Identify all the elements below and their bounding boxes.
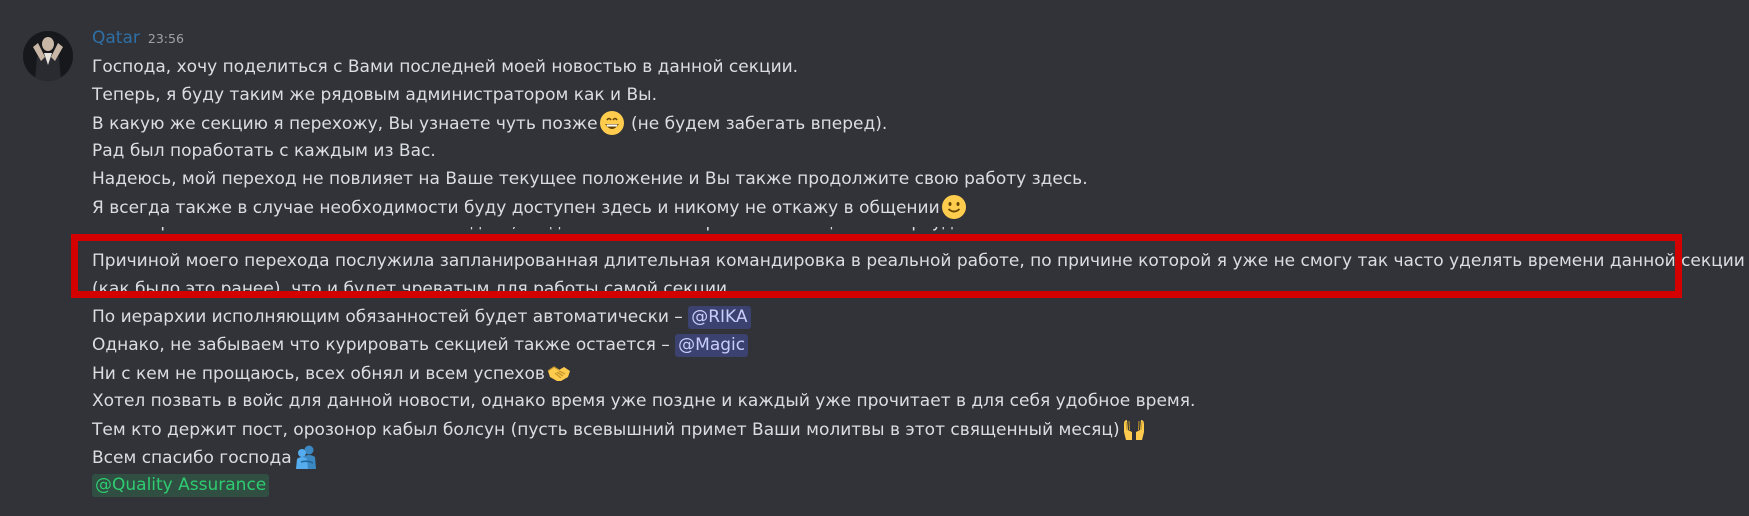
- message-line: Рад был поработать с каждым из Вас.: [92, 141, 436, 161]
- message-line: Однако, не забываем что курировать секци…: [92, 332, 749, 359]
- message-line: Причиной моего перехода послужила заплан…: [92, 251, 1745, 271]
- message-line: Теперь, я буду таким же рядовым админист…: [92, 85, 658, 105]
- avatar[interactable]: [23, 31, 73, 81]
- timestamp: 23:56: [147, 31, 184, 46]
- line-text: Ни с кем не прощаюсь, всех обнял и всем …: [92, 364, 545, 384]
- message-header: Qatar 23:56: [92, 28, 184, 54]
- message-line: Господа, хочу поделиться с Вами последне…: [92, 57, 799, 77]
- message-line: В какую же секцию я перехожу, Вы узнаете…: [92, 110, 887, 137]
- chat-message: Qatar 23:56 Господа, хочу поделиться с Ва…: [0, 0, 1749, 516]
- hugging-people-emoji: [293, 444, 319, 470]
- line-text: В какую же секцию я перехожу, Вы узнаете…: [92, 114, 598, 134]
- line-text: По иерархии исполняющим обязанностей буд…: [92, 307, 689, 327]
- handshake-emoji: [546, 360, 572, 386]
- slight-smile-emoji: [941, 194, 967, 220]
- line-text: Тем кто держит пост, орозонор кабыл болс…: [92, 420, 1120, 440]
- role-mention[interactable]: @Quality Assurance: [92, 474, 270, 497]
- message-line: Ни с кем не прощаюсь, всех обнял и всем …: [92, 360, 573, 387]
- message-line: (как было это ранее), что и будет чреват…: [92, 279, 733, 299]
- line-text: (не будем забегать вперед).: [625, 114, 888, 134]
- message-line: @Quality Assurance: [92, 472, 270, 499]
- grinning-emoji: [599, 110, 625, 136]
- user-mention[interactable]: @Magic: [675, 334, 749, 357]
- username[interactable]: Qatar: [92, 28, 140, 48]
- message-line: Хотел позвать в войс для данной новости,…: [92, 391, 1196, 411]
- line-text: Однако, не забываем что курировать секци…: [92, 335, 676, 355]
- message-line: Всем спасибо господа: [92, 444, 320, 471]
- line-text: Я постарался оставить свой основной ... …: [92, 227, 954, 236]
- message-line: Надеюсь, мой переход не повлияет на Ваше…: [92, 169, 1088, 189]
- message-line-partial: Я постарался оставить свой основной ... …: [92, 227, 954, 236]
- message-line: По иерархии исполняющим обязанностей буд…: [92, 304, 751, 331]
- palms-up-emoji: [1121, 416, 1147, 442]
- line-text: Всем спасибо господа: [92, 448, 292, 468]
- avatar-icon: [23, 31, 73, 81]
- user-mention[interactable]: @RIKA: [688, 306, 751, 329]
- line-text: Я всегда также в случае необходимости бу…: [92, 198, 940, 218]
- message-line: Я всегда также в случае необходимости бу…: [92, 194, 968, 221]
- message-line: Тем кто держит пост, орозонор кабыл болс…: [92, 416, 1148, 443]
